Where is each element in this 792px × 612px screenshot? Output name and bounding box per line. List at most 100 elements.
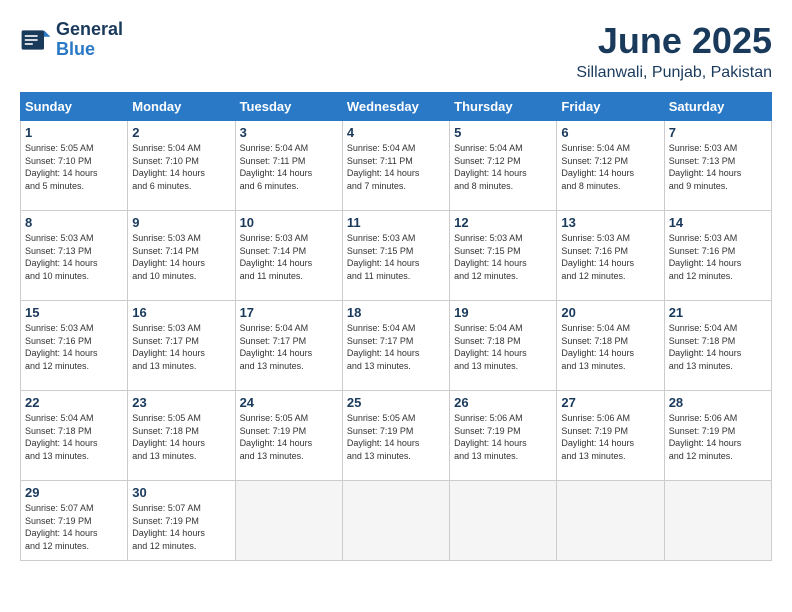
day-number: 26 — [454, 395, 552, 410]
calendar-row: 8Sunrise: 5:03 AM Sunset: 7:13 PM Daylig… — [21, 211, 772, 301]
table-row: 23 Sunrise: 5:05 AM Sunset: 7:18 PM Dayli… — [128, 391, 235, 481]
logo: GeneralBlue — [20, 20, 123, 60]
calendar-subtitle: Sillanwali, Punjab, Pakistan — [576, 64, 772, 82]
table-row: 4 Sunrise: 5:04 AM Sunset: 7:11 PM Daylig… — [342, 121, 449, 211]
table-row: 24 Sunrise: 5:05 AM Sunset: 7:19 PM Dayli… — [235, 391, 342, 481]
table-row: 27Sunrise: 5:06 AM Sunset: 7:19 PM Dayli… — [557, 391, 664, 481]
table-row: 19Sunrise: 5:04 AM Sunset: 7:18 PM Dayli… — [450, 301, 557, 391]
day-number: 27 — [561, 395, 659, 410]
day-number: 10 — [240, 215, 338, 230]
day-info: Sunrise: 5:03 AM Sunset: 7:14 PM Dayligh… — [132, 232, 230, 282]
day-info: Sunrise: 5:04 AM Sunset: 7:18 PM Dayligh… — [561, 322, 659, 372]
table-row: 26Sunrise: 5:06 AM Sunset: 7:19 PM Dayli… — [450, 391, 557, 481]
table-row: 3 Sunrise: 5:04 AM Sunset: 7:11 PM Daylig… — [235, 121, 342, 211]
day-info: Sunrise: 5:04 AM Sunset: 7:11 PM Dayligh… — [347, 142, 445, 192]
day-info: Sunrise: 5:07 AM Sunset: 7:19 PM Dayligh… — [132, 502, 230, 552]
day-number: 14 — [669, 215, 767, 230]
day-number: 13 — [561, 215, 659, 230]
day-info: Sunrise: 5:03 AM Sunset: 7:15 PM Dayligh… — [347, 232, 445, 282]
table-row: 22 Sunrise: 5:04 AM Sunset: 7:18 PM Dayli… — [21, 391, 128, 481]
day-number: 24 — [240, 395, 338, 410]
day-info: Sunrise: 5:03 AM Sunset: 7:16 PM Dayligh… — [561, 232, 659, 282]
day-info: Sunrise: 5:04 AM Sunset: 7:12 PM Dayligh… — [454, 142, 552, 192]
day-number: 6 — [561, 125, 659, 140]
day-number: 1 — [25, 125, 123, 140]
day-number: 23 — [132, 395, 230, 410]
page-header: GeneralBlue June 2025 Sillanwali, Punjab… — [20, 20, 772, 82]
table-row: 6 Sunrise: 5:04 AM Sunset: 7:12 PM Daylig… — [557, 121, 664, 211]
day-info: Sunrise: 5:03 AM Sunset: 7:14 PM Dayligh… — [240, 232, 338, 282]
logo-icon — [20, 24, 52, 56]
day-info: Sunrise: 5:03 AM Sunset: 7:17 PM Dayligh… — [132, 322, 230, 372]
day-number: 11 — [347, 215, 445, 230]
calendar-row: 29 Sunrise: 5:07 AM Sunset: 7:19 PM Dayli… — [21, 481, 772, 561]
day-info: Sunrise: 5:03 AM Sunset: 7:13 PM Dayligh… — [25, 232, 123, 282]
table-row — [664, 481, 771, 561]
table-row — [450, 481, 557, 561]
day-info: Sunrise: 5:05 AM Sunset: 7:10 PM Dayligh… — [25, 142, 123, 192]
table-row: 11 Sunrise: 5:03 AM Sunset: 7:15 PM Dayli… — [342, 211, 449, 301]
logo-text: GeneralBlue — [56, 20, 123, 60]
calendar-header-row: Sunday Monday Tuesday Wednesday Thursday… — [21, 93, 772, 121]
day-number: 29 — [25, 485, 123, 500]
calendar-row: 22 Sunrise: 5:04 AM Sunset: 7:18 PM Dayli… — [21, 391, 772, 481]
day-number: 30 — [132, 485, 230, 500]
day-info: Sunrise: 5:04 AM Sunset: 7:10 PM Dayligh… — [132, 142, 230, 192]
table-row: 9 Sunrise: 5:03 AM Sunset: 7:14 PM Daylig… — [128, 211, 235, 301]
calendar-table: Sunday Monday Tuesday Wednesday Thursday… — [20, 92, 772, 561]
table-row — [557, 481, 664, 561]
day-number: 12 — [454, 215, 552, 230]
day-info: Sunrise: 5:03 AM Sunset: 7:16 PM Dayligh… — [25, 322, 123, 372]
table-row: 17Sunrise: 5:04 AM Sunset: 7:17 PM Dayli… — [235, 301, 342, 391]
day-info: Sunrise: 5:04 AM Sunset: 7:11 PM Dayligh… — [240, 142, 338, 192]
table-row: 25 Sunrise: 5:05 AM Sunset: 7:19 PM Dayli… — [342, 391, 449, 481]
table-row — [342, 481, 449, 561]
day-info: Sunrise: 5:04 AM Sunset: 7:17 PM Dayligh… — [240, 322, 338, 372]
day-info: Sunrise: 5:03 AM Sunset: 7:13 PM Dayligh… — [669, 142, 767, 192]
table-row: 21 Sunrise: 5:04 AM Sunset: 7:18 PM Dayli… — [664, 301, 771, 391]
day-info: Sunrise: 5:04 AM Sunset: 7:18 PM Dayligh… — [454, 322, 552, 372]
table-row: 29Sunrise: 5:07 AM Sunset: 7:19 PM Dayli… — [21, 481, 128, 561]
day-info: Sunrise: 5:04 AM Sunset: 7:18 PM Dayligh… — [25, 412, 123, 462]
day-number: 28 — [669, 395, 767, 410]
table-row: 14Sunrise: 5:03 AM Sunset: 7:16 PM Dayli… — [664, 211, 771, 301]
table-row: 13 Sunrise: 5:03 AM Sunset: 7:16 PM Dayli… — [557, 211, 664, 301]
day-number: 22 — [25, 395, 123, 410]
day-info: Sunrise: 5:03 AM Sunset: 7:15 PM Dayligh… — [454, 232, 552, 282]
header-monday: Monday — [128, 93, 235, 121]
day-info: Sunrise: 5:05 AM Sunset: 7:18 PM Dayligh… — [132, 412, 230, 462]
table-row: 2 Sunrise: 5:04 AM Sunset: 7:10 PM Daylig… — [128, 121, 235, 211]
table-row: 8Sunrise: 5:03 AM Sunset: 7:13 PM Daylig… — [21, 211, 128, 301]
day-number: 15 — [25, 305, 123, 320]
calendar-row: 15 Sunrise: 5:03 AM Sunset: 7:16 PM Dayli… — [21, 301, 772, 391]
day-number: 25 — [347, 395, 445, 410]
table-row: 1 Sunrise: 5:05 AM Sunset: 7:10 PM Daylig… — [21, 121, 128, 211]
day-info: Sunrise: 5:05 AM Sunset: 7:19 PM Dayligh… — [240, 412, 338, 462]
day-number: 18 — [347, 305, 445, 320]
table-row: 30 Sunrise: 5:07 AM Sunset: 7:19 PM Dayli… — [128, 481, 235, 561]
header-saturday: Saturday — [664, 93, 771, 121]
day-info: Sunrise: 5:05 AM Sunset: 7:19 PM Dayligh… — [347, 412, 445, 462]
day-info: Sunrise: 5:04 AM Sunset: 7:17 PM Dayligh… — [347, 322, 445, 372]
day-info: Sunrise: 5:04 AM Sunset: 7:12 PM Dayligh… — [561, 142, 659, 192]
header-wednesday: Wednesday — [342, 93, 449, 121]
day-info: Sunrise: 5:04 AM Sunset: 7:18 PM Dayligh… — [669, 322, 767, 372]
day-number: 7 — [669, 125, 767, 140]
header-sunday: Sunday — [21, 93, 128, 121]
day-number: 21 — [669, 305, 767, 320]
table-row: 28 Sunrise: 5:06 AM Sunset: 7:19 PM Dayli… — [664, 391, 771, 481]
day-number: 3 — [240, 125, 338, 140]
header-thursday: Thursday — [450, 93, 557, 121]
day-number: 9 — [132, 215, 230, 230]
day-info: Sunrise: 5:06 AM Sunset: 7:19 PM Dayligh… — [669, 412, 767, 462]
table-row: 16 Sunrise: 5:03 AM Sunset: 7:17 PM Dayli… — [128, 301, 235, 391]
header-friday: Friday — [557, 93, 664, 121]
table-row: 12 Sunrise: 5:03 AM Sunset: 7:15 PM Dayli… — [450, 211, 557, 301]
calendar-row: 1 Sunrise: 5:05 AM Sunset: 7:10 PM Daylig… — [21, 121, 772, 211]
table-row: 10 Sunrise: 5:03 AM Sunset: 7:14 PM Dayli… — [235, 211, 342, 301]
day-number: 16 — [132, 305, 230, 320]
day-number: 2 — [132, 125, 230, 140]
table-row: 18 Sunrise: 5:04 AM Sunset: 7:17 PM Dayli… — [342, 301, 449, 391]
table-row: 7 Sunrise: 5:03 AM Sunset: 7:13 PM Daylig… — [664, 121, 771, 211]
day-number: 4 — [347, 125, 445, 140]
